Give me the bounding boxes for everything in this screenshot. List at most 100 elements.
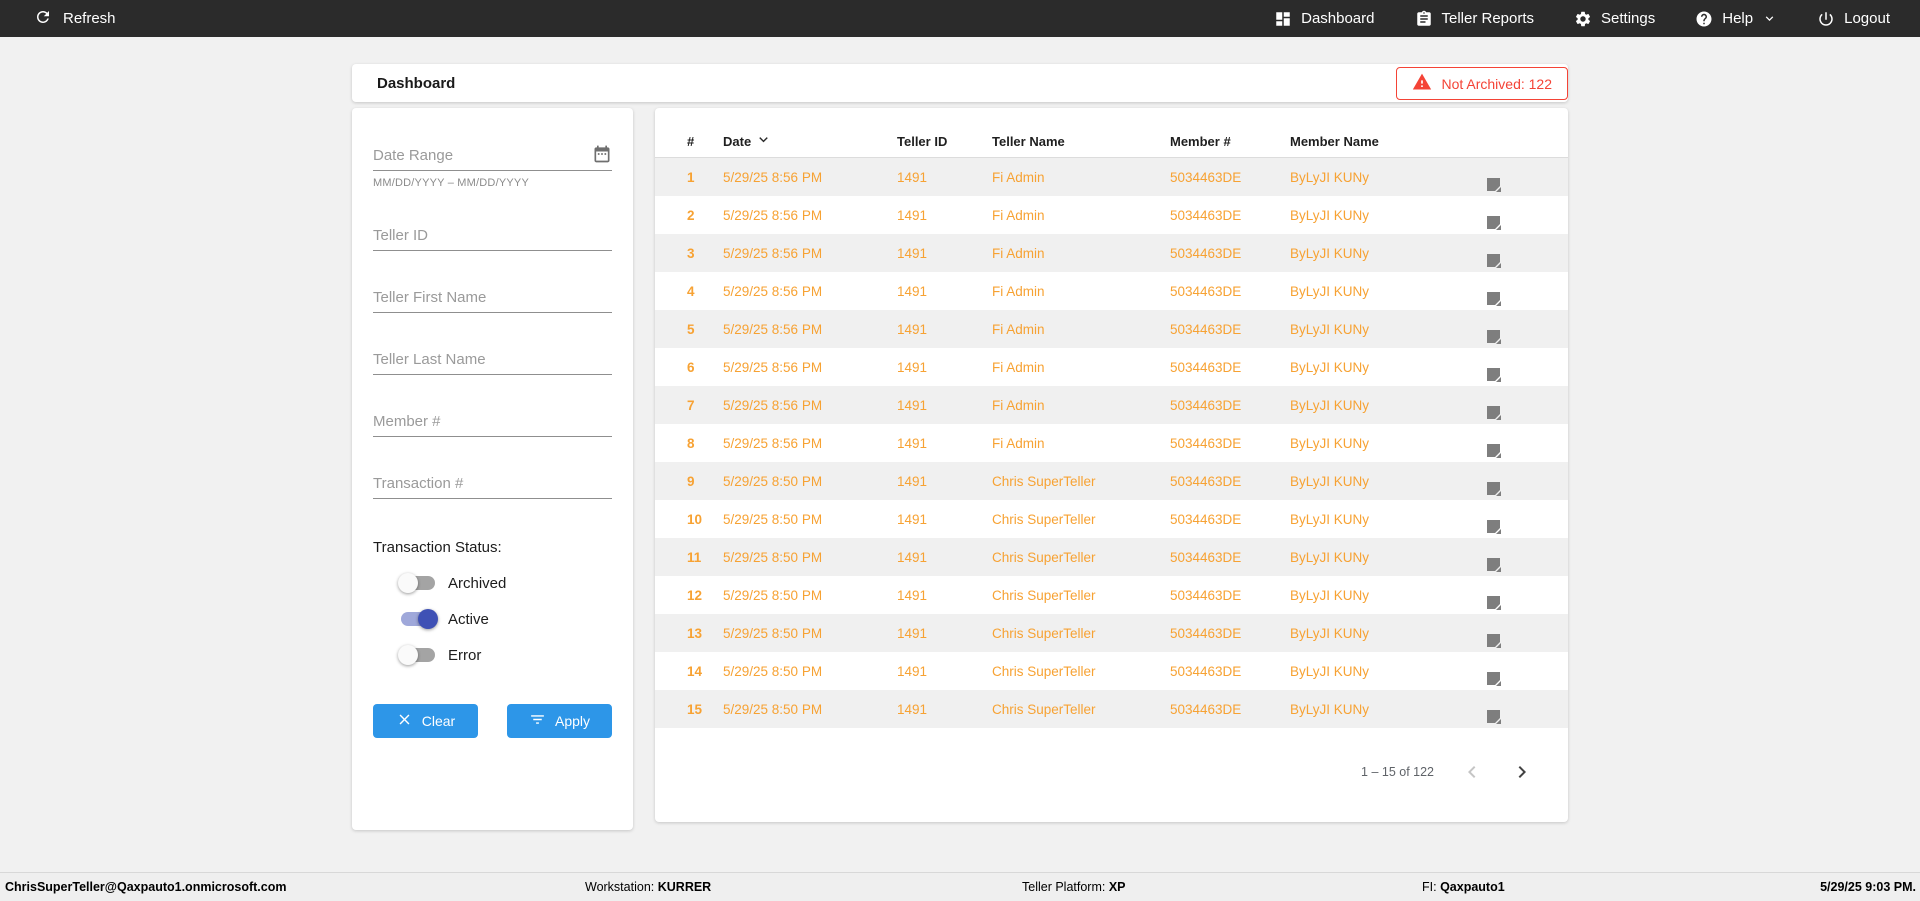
col-header-teller-id[interactable]: Teller ID [897, 134, 992, 149]
archived-toggle[interactable] [398, 573, 435, 593]
cell-date: 5/29/25 8:56 PM [723, 169, 823, 185]
teller-last-name-input[interactable] [373, 351, 612, 368]
apply-button[interactable]: Apply [507, 704, 612, 738]
workstation-status: Workstation: KURRER [585, 880, 712, 894]
nav-item-teller-reports[interactable]: Teller Reports [1415, 10, 1535, 28]
table-row[interactable]: 1 5/29/25 8:56 PM 1491 Fi Admin 5034463D… [655, 158, 1568, 196]
cell-teller-name: Chris SuperTeller [992, 511, 1096, 527]
table-row[interactable]: 14 5/29/25 8:50 PM 1491 Chris SuperTelle… [655, 652, 1568, 690]
cell-teller-id: 1491 [897, 359, 928, 375]
date-range-field: MM/DD/YYYY – MM/DD/YYYY [373, 144, 612, 189]
cell-member-number: 5034463DE [1170, 701, 1242, 717]
cell-teller-name: Chris SuperTeller [992, 701, 1096, 717]
nav-label-help: Help [1722, 10, 1754, 27]
col-header-num[interactable]: # [687, 134, 723, 149]
pagination: 1 – 15 of 122 [655, 760, 1568, 784]
active-toggle[interactable] [401, 609, 438, 629]
cell-date: 5/29/25 8:56 PM [723, 397, 823, 413]
content-area: Dashboard Not Archived: 122 MM/DD/YYYY –… [352, 64, 1568, 830]
cell-teller-id: 1491 [897, 663, 928, 679]
cell-row-number: 2 [687, 207, 695, 223]
transaction-status-label: Transaction Status: [373, 539, 502, 556]
cell-date: 5/29/25 8:50 PM [723, 663, 823, 679]
table-row[interactable]: 15 5/29/25 8:50 PM 1491 Chris SuperTelle… [655, 690, 1568, 728]
cell-teller-name: Fi Admin [992, 359, 1045, 375]
status-datetime: 5/29/25 9:03 PM. [1820, 880, 1916, 894]
clear-x-icon [396, 711, 413, 731]
nav-label-settings: Settings [1601, 10, 1656, 27]
teller-id-field [373, 227, 612, 251]
date-range-input[interactable] [373, 147, 592, 164]
table-row[interactable]: 5 5/29/25 8:56 PM 1491 Fi Admin 5034463D… [655, 310, 1568, 348]
cell-member-name: ByLyJI KUNy [1290, 359, 1370, 375]
table-row[interactable]: 10 5/29/25 8:50 PM 1491 Chris SuperTelle… [655, 500, 1568, 538]
table-row[interactable]: 4 5/29/25 8:56 PM 1491 Fi Admin 5034463D… [655, 272, 1568, 310]
cell-member-number: 5034463DE [1170, 283, 1242, 299]
nav-label-teller-reports: Teller Reports [1441, 10, 1535, 27]
cell-member-number: 5034463DE [1170, 587, 1242, 603]
cell-date: 5/29/25 8:56 PM [723, 435, 823, 451]
cell-member-name: ByLyJI KUNy [1290, 169, 1370, 185]
cell-row-number: 14 [687, 663, 703, 679]
sort-desc-icon [755, 131, 772, 151]
table-row[interactable]: 2 5/29/25 8:56 PM 1491 Fi Admin 5034463D… [655, 196, 1568, 234]
cell-member-name: ByLyJI KUNy [1290, 587, 1370, 603]
table-row[interactable]: 13 5/29/25 8:50 PM 1491 Chris SuperTelle… [655, 614, 1568, 652]
nav-item-help[interactable]: Help [1695, 10, 1777, 28]
cell-teller-name: Fi Admin [992, 435, 1045, 451]
nav-item-logout[interactable]: Logout [1817, 10, 1890, 28]
cell-member-name: ByLyJI KUNy [1290, 245, 1370, 261]
active-toggle-label: Active [448, 610, 489, 628]
refresh-icon [34, 8, 52, 30]
col-header-teller-name[interactable]: Teller Name [992, 134, 1170, 149]
table-row[interactable]: 11 5/29/25 8:50 PM 1491 Chris SuperTelle… [655, 538, 1568, 576]
table-row[interactable]: 6 5/29/25 8:56 PM 1491 Fi Admin 5034463D… [655, 348, 1568, 386]
error-toggle[interactable] [398, 645, 435, 665]
clear-button[interactable]: Clear [373, 704, 478, 738]
prev-page-icon[interactable] [1460, 760, 1484, 784]
col-header-member-name[interactable]: Member Name [1290, 134, 1487, 149]
filter-icon [529, 711, 546, 731]
teller-id-input[interactable] [373, 227, 612, 244]
cell-member-name: ByLyJI KUNy [1290, 473, 1370, 489]
nav-item-dashboard[interactable]: Dashboard [1274, 10, 1375, 28]
member-number-input[interactable] [373, 413, 612, 430]
table-row[interactable]: 3 5/29/25 8:56 PM 1491 Fi Admin 5034463D… [655, 234, 1568, 272]
table-row[interactable]: 7 5/29/25 8:56 PM 1491 Fi Admin 5034463D… [655, 386, 1568, 424]
clear-button-label: Clear [421, 713, 456, 729]
not-archived-badge[interactable]: Not Archived: 122 [1396, 67, 1568, 100]
teller-first-name-input[interactable] [373, 289, 612, 306]
table-row[interactable]: 9 5/29/25 8:50 PM 1491 Chris SuperTeller… [655, 462, 1568, 500]
col-header-member-num[interactable]: Member # [1170, 134, 1290, 149]
table-row[interactable]: 8 5/29/25 8:56 PM 1491 Fi Admin 5034463D… [655, 424, 1568, 462]
cell-member-name: ByLyJI KUNy [1290, 663, 1370, 679]
apply-button-label: Apply [554, 713, 591, 729]
cell-teller-name: Chris SuperTeller [992, 549, 1096, 565]
cell-member-name: ByLyJI KUNy [1290, 397, 1370, 413]
cell-date: 5/29/25 8:50 PM [723, 587, 823, 603]
cell-row-number: 9 [687, 473, 695, 489]
cell-teller-name: Fi Admin [992, 169, 1045, 185]
cell-teller-name: Fi Admin [992, 245, 1045, 261]
cell-date: 5/29/25 8:50 PM [723, 473, 823, 489]
cell-row-number: 3 [687, 245, 695, 261]
cell-teller-id: 1491 [897, 245, 928, 261]
next-page-icon[interactable] [1510, 760, 1534, 784]
calendar-icon[interactable] [592, 144, 612, 164]
table-row[interactable]: 12 5/29/25 8:50 PM 1491 Chris SuperTelle… [655, 576, 1568, 614]
cell-teller-name: Fi Admin [992, 321, 1045, 337]
page-header: Dashboard Not Archived: 122 [352, 64, 1568, 102]
cell-member-number: 5034463DE [1170, 435, 1242, 451]
results-table: # Date Teller ID Teller Name Member # Me… [655, 108, 1568, 822]
transaction-number-input[interactable] [373, 475, 612, 492]
refresh-button[interactable]: Refresh [0, 8, 116, 30]
col-header-date[interactable]: Date [723, 131, 897, 151]
cell-date: 5/29/25 8:56 PM [723, 359, 823, 375]
top-navbar: Refresh Dashboard Teller Reports Setting… [0, 0, 1920, 37]
cell-member-name: ByLyJI KUNy [1290, 625, 1370, 641]
cell-row-number: 10 [687, 511, 703, 527]
nav-item-settings[interactable]: Settings [1574, 10, 1655, 28]
archived-toggle-label: Archived [448, 574, 507, 592]
gear-icon [1574, 10, 1592, 28]
cell-teller-id: 1491 [897, 625, 928, 641]
